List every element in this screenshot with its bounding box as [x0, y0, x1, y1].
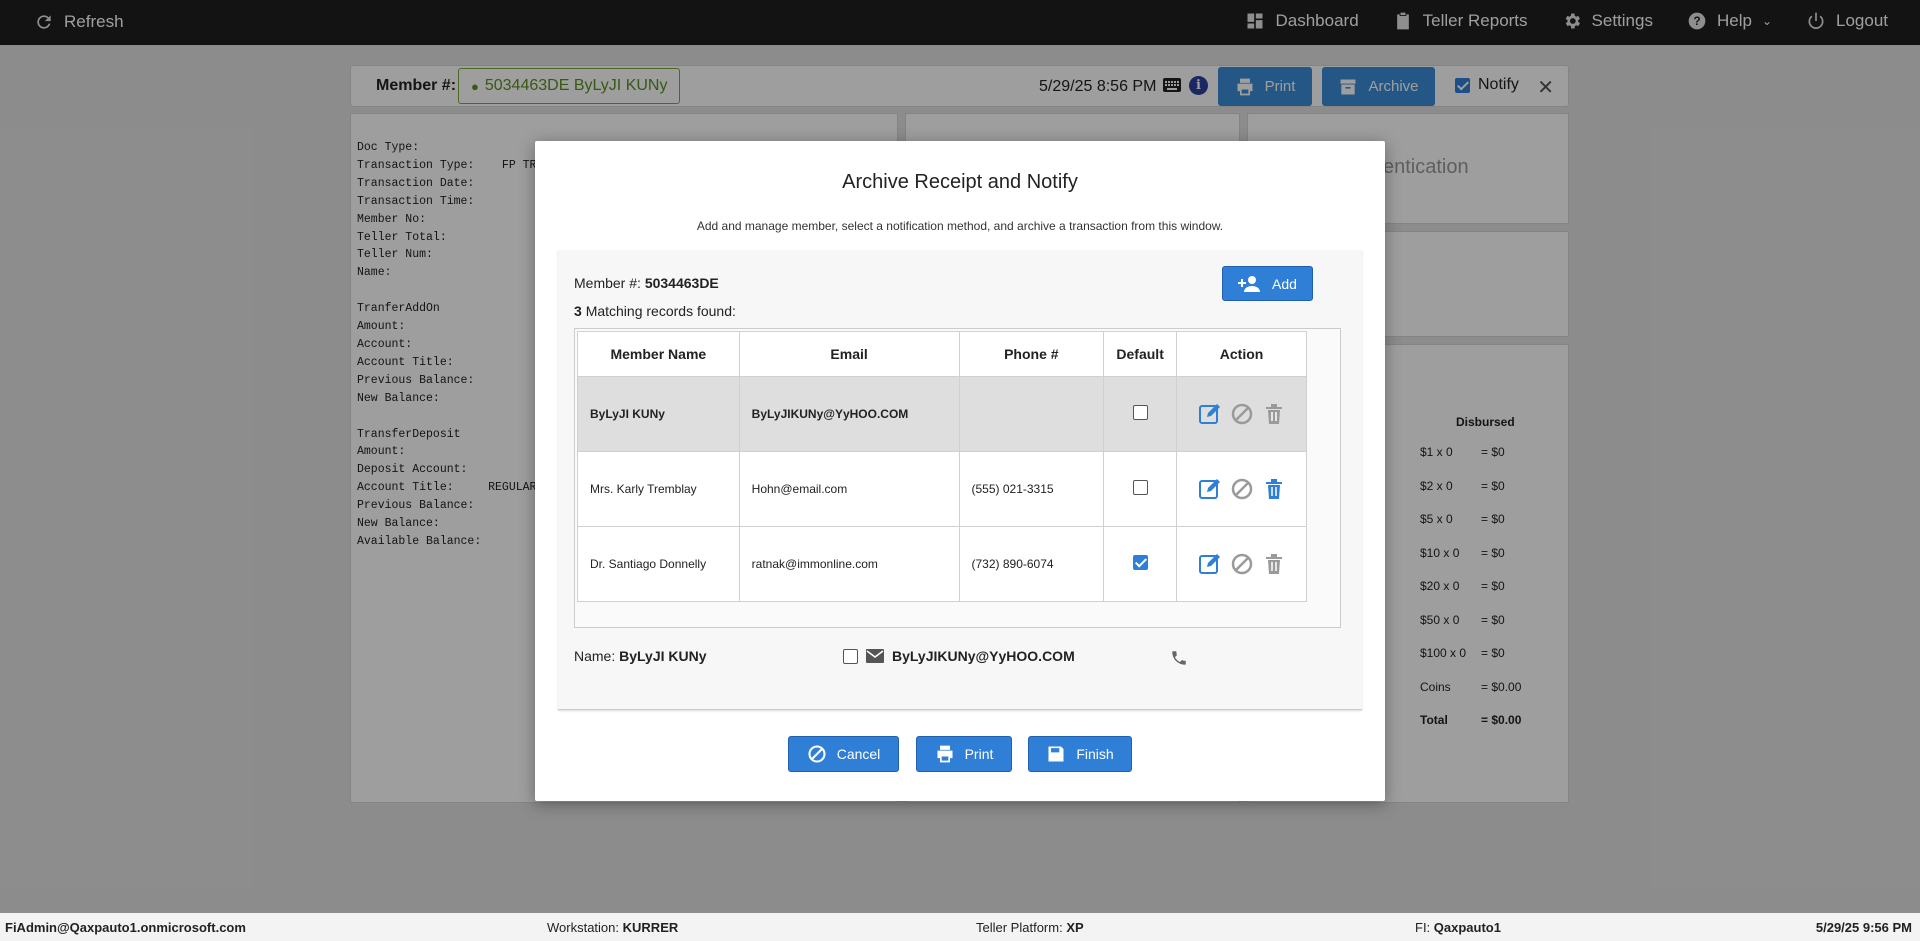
dialog-subtitle: Add and manage member, select a notifica…	[696, 219, 1224, 233]
trash-icon[interactable]	[1262, 402, 1286, 426]
cell-name: ByLyJI KUNy	[577, 376, 740, 452]
match-count-text: Matching records found:	[585, 303, 736, 319]
cell-default	[1103, 376, 1178, 452]
cell-actions	[1176, 526, 1307, 602]
edit-icon[interactable]	[1198, 477, 1222, 501]
dialog-print-label: Print	[964, 746, 994, 762]
cancel-icon	[808, 745, 826, 763]
status-user-value: FiAdmin@Qaxpauto1.onmicrosoft.com	[5, 920, 246, 935]
envelope-icon	[866, 649, 884, 663]
dialog-title: Archive Receipt and Notify	[842, 171, 1078, 193]
email-value: ByLyJIKUNy@YyHOO.COM	[892, 648, 1075, 664]
block-icon[interactable]	[1230, 402, 1254, 426]
status-user: FiAdmin@Qaxpauto1.onmicrosoft.com	[5, 920, 246, 935]
col-action: Action	[1176, 331, 1307, 377]
finish-label: Finish	[1076, 746, 1114, 762]
cancel-button[interactable]: Cancel	[788, 736, 899, 772]
edit-icon[interactable]	[1198, 402, 1222, 426]
edit-icon[interactable]	[1198, 552, 1222, 576]
match-count: 3 Matching records found:	[574, 303, 736, 319]
trash-icon[interactable]	[1262, 477, 1286, 501]
col-email: Email	[738, 331, 960, 377]
default-checkbox[interactable]	[1132, 555, 1148, 570]
status-bar: FiAdmin@Qaxpauto1.onmicrosoft.com Workst…	[0, 913, 1920, 941]
table-row[interactable]: ByLyJI KUNy ByLyJIKUNy@YyHOO.COM	[577, 376, 1307, 452]
table-row[interactable]: Mrs. Karly Tremblay Hohn@email.com (555)…	[577, 451, 1307, 527]
member-table: Member Name Email Phone # Default Action…	[577, 331, 1307, 602]
col-default: Default	[1103, 331, 1178, 377]
name-value: ByLyJI KUNy	[619, 648, 707, 664]
cell-default	[1103, 451, 1178, 527]
selected-name: Name: ByLyJI KUNy	[574, 648, 707, 664]
cell-email: ratnak@immonline.com	[738, 526, 960, 602]
member-number-value: 5034463DE	[644, 275, 719, 291]
col-member-name: Member Name	[577, 331, 740, 377]
fi-label: FI:	[1415, 920, 1431, 935]
cell-actions	[1176, 376, 1307, 452]
status-workstation: Workstation: KURRER	[547, 920, 678, 935]
member-table-container: Member Name Email Phone # Default Action…	[574, 328, 1341, 628]
default-checkbox[interactable]	[1132, 405, 1148, 420]
cell-phone	[958, 376, 1105, 452]
platform-label: Teller Platform:	[976, 920, 1063, 935]
fi-value: Qaxpauto1	[1433, 920, 1501, 935]
status-datetime: 5/29/25 9:56 PM	[1816, 920, 1912, 935]
printer-icon	[937, 745, 953, 763]
table-row[interactable]: Dr. Santiago Donnelly ratnak@immonline.c…	[577, 526, 1307, 602]
cell-name: Mrs. Karly Tremblay	[577, 451, 740, 527]
default-checkbox[interactable]	[1132, 480, 1148, 495]
status-fi: FI: Qaxpauto1	[1415, 920, 1501, 935]
status-platform: Teller Platform: XP	[976, 920, 1084, 935]
workstation-label: Workstation:	[547, 920, 620, 935]
cell-name: Dr. Santiago Donnelly	[577, 526, 740, 602]
cell-default	[1103, 526, 1178, 602]
platform-value: XP	[1066, 920, 1084, 935]
cell-email: Hohn@email.com	[738, 451, 960, 527]
cancel-label: Cancel	[836, 746, 881, 762]
finish-button[interactable]: Finish	[1028, 736, 1132, 772]
name-label: Name:	[574, 648, 616, 664]
phone-icon[interactable]	[1170, 649, 1188, 667]
cell-phone: (555) 021-3315	[958, 451, 1105, 527]
archive-notify-dialog: Archive Receipt and Notify Add and manag…	[535, 141, 1385, 801]
cell-phone: (732) 890-6074	[958, 526, 1105, 602]
save-icon	[1048, 746, 1064, 762]
table-header: Member Name Email Phone # Default Action	[577, 331, 1307, 377]
col-phone: Phone #	[958, 331, 1105, 377]
block-icon[interactable]	[1230, 552, 1254, 576]
add-user-icon	[1238, 275, 1261, 292]
add-member-button[interactable]: Add	[1222, 266, 1313, 301]
add-label: Add	[1272, 275, 1297, 292]
block-icon[interactable]	[1230, 477, 1254, 501]
email-notify-checkbox[interactable]	[843, 648, 858, 664]
status-datetime-value: 5/29/25 9:56 PM	[1815, 920, 1912, 935]
cell-actions	[1176, 451, 1307, 527]
email-notify-option[interactable]: ByLyJIKUNy@YyHOO.COM	[843, 648, 1075, 664]
match-count-value: 3	[574, 303, 582, 319]
workstation-value: KURRER	[622, 920, 679, 935]
member-number-label: Member #:	[574, 275, 641, 291]
member-number: Member #: 5034463DE	[574, 275, 719, 291]
trash-icon[interactable]	[1262, 552, 1286, 576]
dialog-print-button[interactable]: Print	[916, 736, 1012, 772]
member-section: Member #: 5034463DE 3 Matching records f…	[558, 250, 1362, 710]
cell-email: ByLyJIKUNy@YyHOO.COM	[738, 376, 960, 452]
